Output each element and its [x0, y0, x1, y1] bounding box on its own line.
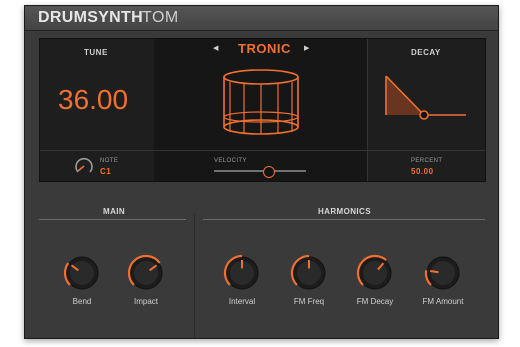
- knob-label-fm-amount: FM Amount: [422, 297, 464, 306]
- decay-label: DECAY: [411, 48, 441, 57]
- knob-label-bend: Bend: [72, 297, 92, 306]
- knob-dial[interactable]: [60, 251, 104, 295]
- knob-cap: [431, 261, 455, 285]
- knob-dial[interactable]: [124, 251, 168, 295]
- knob-pointer: [430, 269, 439, 274]
- knob-dial[interactable]: [287, 251, 331, 295]
- prev-engine-icon[interactable]: ◀: [213, 44, 218, 52]
- knob-impact[interactable]: [124, 251, 168, 300]
- velocity-label: VELOCITY: [214, 158, 247, 164]
- knob-bend[interactable]: [60, 251, 104, 300]
- main-section-title: MAIN: [103, 207, 126, 216]
- plugin-header: DRUMSYNTH TOM: [25, 6, 498, 31]
- tune-knob-icon[interactable]: [74, 156, 94, 176]
- plugin-subtitle: TOM: [142, 9, 179, 26]
- knob-cap: [134, 261, 158, 285]
- harmonics-section-title: HARMONICS: [318, 207, 371, 216]
- knob-label-fm-freq: FM Freq: [293, 297, 325, 306]
- percent-value[interactable]: 50.00: [411, 167, 434, 176]
- engine-name[interactable]: TRONIC: [238, 41, 291, 56]
- section-divider: [194, 214, 195, 338]
- plugin-title: DRUMSYNTH: [38, 9, 143, 26]
- knob-dial[interactable]: [421, 251, 465, 295]
- percent-label: PERCENT: [411, 158, 443, 164]
- tune-value[interactable]: 36.00: [58, 84, 128, 116]
- tune-label: TUNE: [84, 48, 108, 57]
- decay-section: DECAY PERCENT 50.00: [367, 39, 485, 181]
- harmonics-section-rule: [203, 219, 485, 220]
- drumsynth-plugin: DRUMSYNTH TOM TUNE 36.00 NOTE C1 ◀ TRONI…: [24, 5, 499, 339]
- knob-fm-amount[interactable]: [421, 251, 465, 300]
- display-divider: [40, 150, 485, 151]
- note-value[interactable]: C1: [100, 167, 111, 176]
- next-engine-icon[interactable]: ▶: [304, 44, 309, 52]
- display-panel: TUNE 36.00 NOTE C1 ◀ TRONIC ▶ VELOCITY D…: [39, 38, 486, 182]
- knob-dial[interactable]: [353, 251, 397, 295]
- engine-section: ◀ TRONIC ▶ VELOCITY: [154, 39, 368, 181]
- note-label: NOTE: [100, 158, 119, 164]
- knob-label-fm-decay: FM Decay: [356, 297, 394, 306]
- knob-label-impact: Impact: [133, 297, 158, 306]
- knob-cap: [70, 261, 94, 285]
- drum-icon: [223, 69, 299, 135]
- main-section-rule: [39, 219, 186, 220]
- knob-label-interval: Interval: [228, 297, 256, 306]
- knob-fm-freq[interactable]: [287, 251, 331, 300]
- velocity-slider-handle[interactable]: [263, 166, 276, 178]
- knob-dial[interactable]: [220, 251, 264, 295]
- tune-section: TUNE 36.00 NOTE C1: [40, 39, 155, 181]
- knob-fm-decay[interactable]: [353, 251, 397, 300]
- knob-interval[interactable]: [220, 251, 264, 300]
- decay-envelope-icon[interactable]: [384, 71, 468, 121]
- velocity-slider-track[interactable]: [214, 170, 306, 172]
